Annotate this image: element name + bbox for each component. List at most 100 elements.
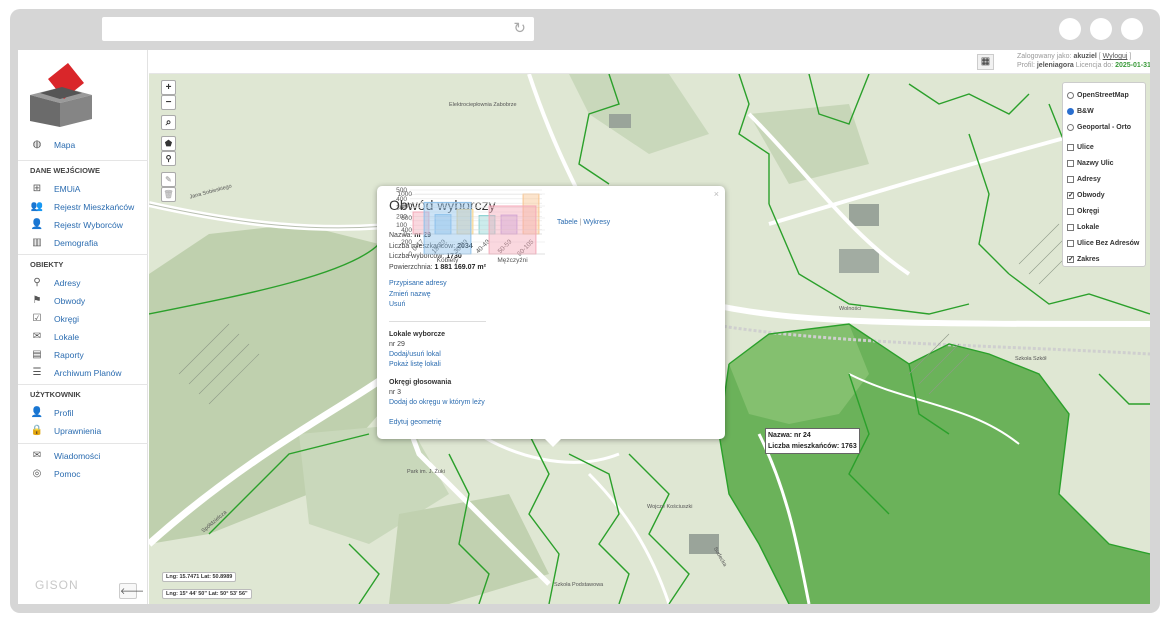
message-icon: ✉ [32,450,42,461]
sidebar-item-obwody[interactable]: ⚑ Obwody [18,292,148,310]
rename-link[interactable]: Zmień nazwę [389,291,431,298]
sidebar-item-label: EMUiA [54,184,81,194]
logout-link[interactable]: Wyloguj [1103,53,1128,60]
map-label: Szkoła Szkół [1015,356,1047,362]
base-layer-option[interactable]: B&W [1067,103,1141,119]
search-icon[interactable]: ⌕ [161,115,176,130]
polling-stations-section: Lokale wyborcze nr 29 Dodaj/usuń lokal P… [389,331,446,368]
checkbox[interactable] [1067,239,1074,247]
gison-logo: GISON [35,578,79,592]
sidebar-item-profil[interactable]: 👤 Profil [18,404,148,422]
sidebar-item-demografia[interactable]: ▥ Demografia [18,234,148,252]
sidebar-item-emuia[interactable]: ⊞ EMUiA [18,180,148,198]
sidebar-item-wiadomo-ci[interactable]: ✉ Wiadomości [18,447,148,465]
radio-button[interactable] [1067,107,1074,115]
window-button[interactable] [1090,18,1112,40]
sidebar-section-title: OBIEKTY [18,254,148,274]
layer-label: Nazwy Ulic [1077,159,1114,167]
y-tick-label: 0 [408,251,412,258]
sidebar-item-pomoc[interactable]: ◎ Pomoc [18,465,148,483]
checkbox[interactable]: ✓ [1067,191,1074,199]
sidebar-item-rejestr-wyborc-w[interactable]: 👤 Rejestr Wyborców [18,216,148,234]
sidebar-item-lokale[interactable]: ✉ Lokale [18,328,148,346]
trash-icon[interactable]: 🗑 [161,187,176,202]
zoom-in-button[interactable]: + [161,80,176,95]
overlay-layer-option[interactable]: Ulice [1067,139,1141,155]
sidebar-item-label: Demografia [54,238,98,248]
checkbox[interactable]: ✓ [1067,255,1074,263]
tab-tables[interactable]: Tabele [557,219,578,226]
layer-label: Geoportal - Orto [1077,123,1132,131]
divider [389,321,486,322]
layer-label: Zakres [1077,255,1100,263]
window-button[interactable] [1121,18,1143,40]
sidebar-item-label: Archiwum Planów [54,368,122,378]
base-layer-option[interactable]: Geoportal - Orto [1067,119,1141,135]
add-to-district-link[interactable]: Dodaj do okręgu w którym leży [389,399,485,406]
sidebar-item-okr-gi[interactable]: ☑ Okręgi [18,310,148,328]
sidebar-item-label: Mapa [54,140,76,150]
layer-label: OpenStreetMap [1077,91,1129,99]
show-stations-link[interactable]: Pokaż listę lokali [389,361,441,368]
sidebar-item-label: Raporty [54,350,84,360]
address-bar[interactable]: ↻ [102,17,534,41]
checkbox[interactable] [1067,175,1074,183]
map-label: Park im. J. Żuki [407,469,445,475]
checkbox[interactable] [1067,143,1074,151]
map-label: Wojcze Kościuszki [647,504,693,510]
sidebar-item-rejestr-mieszka-c-w[interactable]: 👥 Rejestr Mieszkańców [18,198,148,216]
x-tick-label: Mężczyźni [497,257,527,264]
bar[interactable] [423,201,472,255]
radio-button[interactable] [1067,91,1074,99]
sidebar-item-map[interactable]: ◍ Mapa [18,136,148,154]
overlay-layer-option[interactable]: Lokale [1067,219,1141,235]
sidebar-item-label: Pomoc [54,469,81,479]
sidebar-item-label: Lokale [54,332,80,342]
sidebar-item-uprawnienia[interactable]: 🔒 Uprawnienia [18,422,148,440]
base-layer-option[interactable]: OpenStreetMap [1067,87,1141,103]
delete-link[interactable]: Usuń [389,301,405,308]
voter-icon: 👤 [30,219,44,230]
login-info: Zalogowany jako: akuziel [ Wyloguj ] Pro… [1017,53,1150,69]
sidebar-item-adresy[interactable]: ⚲ Adresy [18,274,148,292]
overlay-layer-option[interactable]: Okręgi [1067,203,1141,219]
sidebar-item-label: Rejestr Wyborców [54,220,123,230]
assigned-addresses-link[interactable]: Przypisane adresy [389,280,447,287]
checkbox[interactable] [1067,159,1074,167]
popup-close-button[interactable]: × [714,189,719,199]
sidebar-item-raporty[interactable]: ▤ Raporty [18,346,148,364]
bar[interactable] [488,205,537,255]
overlay-layer-option[interactable]: ✓ Obwody [1067,187,1141,203]
lock-icon: 🔒 [30,425,44,436]
zoom-out-button[interactable]: − [161,95,176,110]
user-icon: 👤 [30,407,44,418]
overlay-layer-option[interactable]: Adresy [1067,171,1141,187]
edit-geometry-link[interactable]: Edytuj geometrię [389,419,442,426]
marker-icon[interactable]: ⚲ [161,151,176,166]
overlay-layer-option[interactable]: Nazwy Ulic [1067,155,1141,171]
envelope-icon: ✉ [32,331,42,342]
voting-districts-section: Okręgi głosowania nr 3 Dodaj do okręgu w… [389,379,485,406]
reload-icon[interactable]: ↻ [513,21,526,37]
users-icon: 👥 [30,201,44,212]
polygon-icon[interactable]: ⬟ [161,136,176,151]
checkbox[interactable] [1067,223,1074,231]
sidebar-item-archiwum-plan-w[interactable]: ☰ Archiwum Planów [18,364,148,382]
x-tick-label: Kobiety [437,257,459,264]
window-button[interactable] [1059,18,1081,40]
overlay-layer-option[interactable]: Ulice Bez Adresów [1067,235,1141,251]
edit-icon[interactable]: ✎ [161,172,176,187]
checkbox[interactable] [1067,207,1074,215]
district-actions: Przypisane adresy Zmień nazwę Usuń [389,279,447,311]
add-remove-station-link[interactable]: Dodaj/usuń lokal [389,351,441,358]
collapse-sidebar-button[interactable]: 🡐 [119,583,144,599]
layer-label: B&W [1077,107,1094,115]
radio-button[interactable] [1067,123,1074,131]
layer-switcher: OpenStreetMap B&W Geoportal - Orto Ulice Naz… [1062,82,1146,267]
tab-charts[interactable]: Wykresy [583,219,610,226]
map-canvas[interactable]: + − ⌕ ⬟ ⚲ ✎ 🗑 OpenStreetMap B&W Geoportal … [149,74,1150,604]
overlay-layer-option[interactable]: ✓ Zakres [1067,251,1141,267]
sidebar-item-label: Obwody [54,296,86,306]
map-label: Szkoła Podstawowa [554,582,604,588]
grid-icon[interactable]: ▦ [977,54,994,70]
